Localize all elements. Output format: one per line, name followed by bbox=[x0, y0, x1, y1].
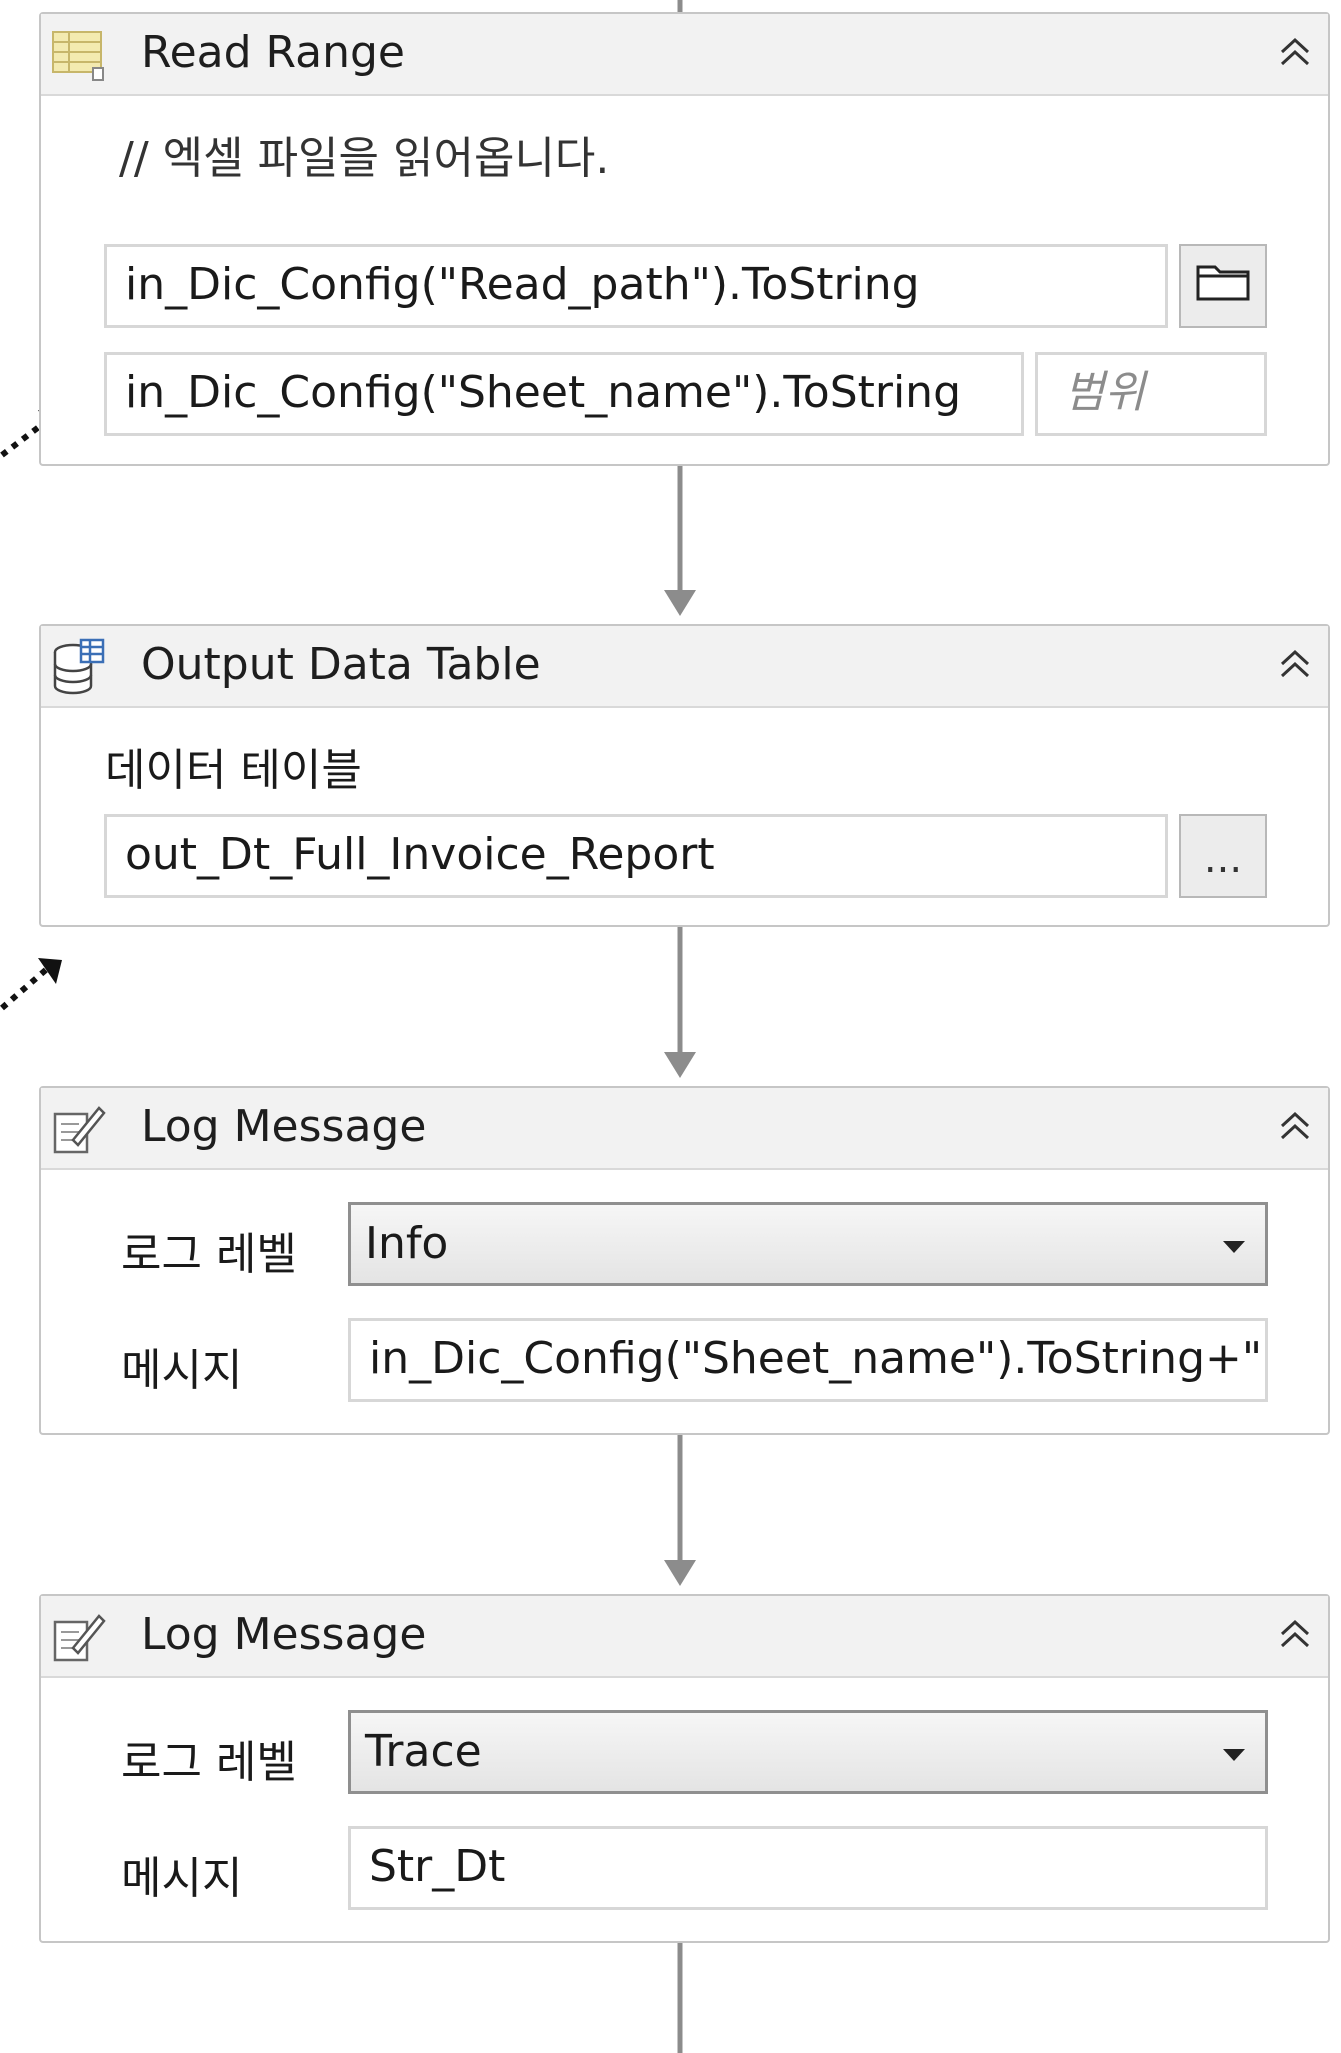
dotted-link-2 bbox=[0, 958, 62, 1011]
output-data-table-header[interactable]: Output Data Table bbox=[41, 626, 1328, 708]
log-message-header-1[interactable]: Log Message bbox=[41, 1088, 1328, 1170]
log-message-title-2: Log Message bbox=[141, 1609, 427, 1660]
collapse-icon[interactable] bbox=[1272, 1104, 1318, 1150]
log-message-activity-2[interactable]: Log Message 로그 레벨 Trace 메시지 Str_Dt bbox=[39, 1594, 1330, 1943]
log-level-value: Trace bbox=[365, 1726, 482, 1777]
chevron-down-icon bbox=[1223, 1241, 1245, 1253]
read-range-header[interactable]: Read Range bbox=[41, 14, 1328, 96]
log-level-label: 로그 레벨 bbox=[121, 1737, 297, 1788]
chevron-down-icon bbox=[1223, 1749, 1245, 1761]
flow-arrow-3 bbox=[664, 1560, 696, 1586]
data-table-ellipsis-button[interactable]: ... bbox=[1179, 814, 1267, 898]
log-level-value: Info bbox=[365, 1218, 449, 1269]
folder-icon bbox=[1195, 259, 1251, 313]
data-table-label: 데이터 테이블 bbox=[105, 745, 362, 796]
log-note-icon bbox=[49, 1608, 107, 1666]
read-range-comment: // 엑셀 파일을 읽어옵니다. bbox=[119, 133, 610, 184]
log-level-label: 로그 레벨 bbox=[121, 1229, 297, 1280]
read-range-title: Read Range bbox=[141, 27, 405, 78]
flow-arrow-1 bbox=[664, 590, 696, 616]
workbook-path-input[interactable]: in_Dic_Config("Read_path").ToString bbox=[104, 244, 1168, 328]
data-table-input[interactable]: out_Dt_Full_Invoice_Report bbox=[104, 814, 1168, 898]
output-data-table-activity[interactable]: Output Data Table 데이터 테이블 out_Dt_Full_In… bbox=[39, 624, 1330, 927]
browse-folder-button[interactable] bbox=[1179, 244, 1267, 328]
output-data-table-title: Output Data Table bbox=[141, 639, 541, 690]
log-level-dropdown[interactable]: Info bbox=[348, 1202, 1268, 1286]
message-input[interactable]: in_Dic_Config("Sheet_name").ToString+" : bbox=[348, 1318, 1268, 1402]
read-range-activity[interactable]: Read Range // 엑셀 파일을 읽어옵니다. in_Dic_Confi… bbox=[39, 12, 1330, 466]
flow-arrow-2 bbox=[664, 1052, 696, 1078]
message-input[interactable]: Str_Dt bbox=[348, 1826, 1268, 1910]
collapse-icon[interactable] bbox=[1272, 1612, 1318, 1658]
log-message-title-1: Log Message bbox=[141, 1101, 427, 1152]
log-note-icon bbox=[49, 1100, 107, 1158]
sheet-name-input[interactable]: in_Dic_Config("Sheet_name").ToString bbox=[104, 352, 1024, 436]
log-message-header-2[interactable]: Log Message bbox=[41, 1596, 1328, 1678]
collapse-icon[interactable] bbox=[1272, 642, 1318, 688]
log-level-dropdown[interactable]: Trace bbox=[348, 1710, 1268, 1794]
range-input[interactable]: 범위 bbox=[1035, 352, 1267, 436]
database-icon bbox=[49, 638, 107, 696]
message-label: 메시지 bbox=[121, 1853, 243, 1904]
collapse-icon[interactable] bbox=[1272, 30, 1318, 76]
message-label: 메시지 bbox=[121, 1345, 243, 1396]
spreadsheet-icon bbox=[49, 26, 107, 84]
log-message-activity-1[interactable]: Log Message 로그 레벨 Info 메시지 in_Dic_Config… bbox=[39, 1086, 1330, 1435]
